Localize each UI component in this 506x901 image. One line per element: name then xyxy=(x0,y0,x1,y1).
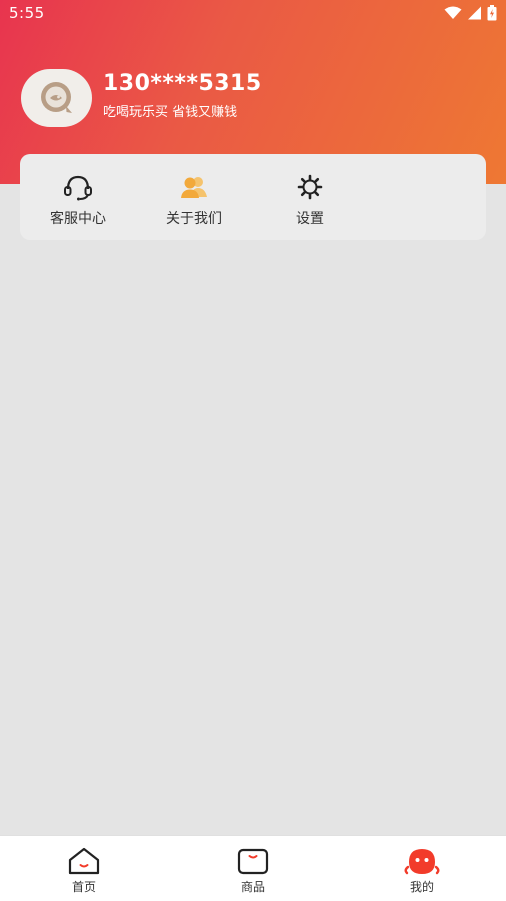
menu-item-label: 客服中心 xyxy=(50,211,106,227)
menu-item-customer-service[interactable]: 客服中心 xyxy=(20,154,136,240)
users-icon xyxy=(181,177,207,198)
menu-item-about-us[interactable]: 关于我们 xyxy=(136,154,252,240)
app-logo-icon xyxy=(40,82,72,113)
avatar[interactable] xyxy=(21,69,92,127)
user-slogan: 吃喝玩乐买 省钱又赚钱 xyxy=(103,105,238,120)
user-phone: 130****5315 xyxy=(103,71,262,96)
menu-item-settings[interactable]: 设置 xyxy=(252,154,368,240)
bag-icon xyxy=(237,848,269,875)
signal-icon xyxy=(468,6,481,20)
wifi-icon xyxy=(444,6,462,19)
menu-item-label: 设置 xyxy=(296,211,324,227)
bottom-tab-bar: 首页 商品 我的 xyxy=(0,835,506,901)
status-time: 5:55 xyxy=(9,4,45,22)
tab-label: 首页 xyxy=(71,880,96,894)
status-icons xyxy=(444,5,497,21)
battery-icon xyxy=(487,5,497,21)
tab-products[interactable]: 商品 xyxy=(193,836,313,901)
headset-icon xyxy=(64,175,92,201)
tab-label: 商品 xyxy=(240,880,265,894)
tab-mine[interactable]: 我的 xyxy=(362,836,482,901)
menu-item-label: 关于我们 xyxy=(166,211,222,227)
home-icon xyxy=(68,847,100,875)
status-bar: 5:55 xyxy=(0,0,506,28)
tab-home[interactable]: 首页 xyxy=(24,836,144,901)
menu-card: 客服中心 关于我们 设置 xyxy=(20,154,486,240)
profile-icon xyxy=(404,849,440,875)
tab-label: 我的 xyxy=(409,880,434,894)
gear-icon xyxy=(297,174,323,200)
